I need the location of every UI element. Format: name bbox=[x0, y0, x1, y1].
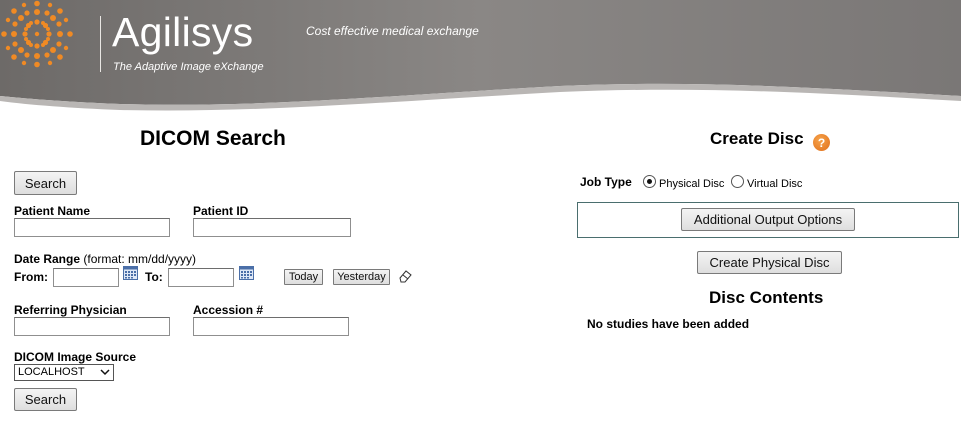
brand-tagline: The Adaptive Image eXchange bbox=[113, 61, 264, 73]
patient-name-input[interactable] bbox=[14, 218, 170, 237]
date-range-label: Date Range (format: mm/dd/yyyy) bbox=[14, 252, 196, 266]
patient-id-label: Patient ID bbox=[193, 204, 249, 218]
image-source-select[interactable]: LOCALHOST bbox=[14, 364, 114, 381]
agilisys-logo-icon bbox=[1, 0, 73, 68]
accession-input[interactable] bbox=[193, 317, 349, 336]
search-button-bottom[interactable]: Search bbox=[14, 388, 77, 411]
header-slogan: Cost effective medical exchange bbox=[306, 24, 479, 38]
virtual-disc-label: Virtual Disc bbox=[747, 178, 803, 190]
image-source-label: DICOM Image Source bbox=[14, 350, 137, 364]
physical-disc-radio[interactable] bbox=[643, 175, 656, 188]
additional-output-options-button[interactable]: Additional Output Options bbox=[681, 208, 855, 231]
accession-label: Accession # bbox=[193, 303, 264, 317]
create-disc-title: Create Disc bbox=[710, 129, 804, 148]
date-range-format: (format: mm/dd/yyyy) bbox=[83, 252, 197, 266]
eraser-icon[interactable] bbox=[398, 269, 413, 283]
yesterday-button[interactable]: Yesterday bbox=[333, 269, 390, 285]
physical-disc-label: Physical Disc bbox=[659, 178, 725, 190]
referring-physician-input[interactable] bbox=[14, 317, 170, 336]
to-label: To: bbox=[145, 270, 163, 284]
brand-name: Agilisys bbox=[112, 9, 254, 55]
dicom-search-title: DICOM Search bbox=[140, 127, 286, 150]
patient-name-label: Patient Name bbox=[14, 204, 91, 218]
logo-divider bbox=[100, 16, 101, 72]
disc-contents-title: Disc Contents bbox=[709, 288, 824, 307]
from-calendar-icon[interactable] bbox=[123, 266, 138, 280]
image-source-selected: LOCALHOST bbox=[18, 366, 85, 378]
page-header: Agilisys The Adaptive Image eXchange Cos… bbox=[0, 0, 961, 112]
help-icon[interactable]: ? bbox=[813, 134, 830, 151]
patient-id-input[interactable] bbox=[193, 218, 351, 237]
search-button-top[interactable]: Search bbox=[14, 171, 77, 195]
referring-physician-label: Referring Physician bbox=[14, 303, 127, 317]
from-date-input[interactable] bbox=[53, 268, 119, 287]
to-date-input[interactable] bbox=[168, 268, 234, 287]
chevron-down-icon bbox=[100, 369, 110, 376]
to-calendar-icon[interactable] bbox=[239, 266, 254, 280]
empty-disc-message: No studies have been added bbox=[587, 317, 750, 331]
job-type-label: Job Type bbox=[580, 175, 632, 189]
today-button[interactable]: Today bbox=[284, 269, 323, 285]
virtual-disc-radio[interactable] bbox=[731, 175, 744, 188]
create-physical-disc-button[interactable]: Create Physical Disc bbox=[697, 251, 842, 274]
date-range-title: Date Range bbox=[14, 252, 81, 266]
from-label: From: bbox=[14, 270, 48, 284]
